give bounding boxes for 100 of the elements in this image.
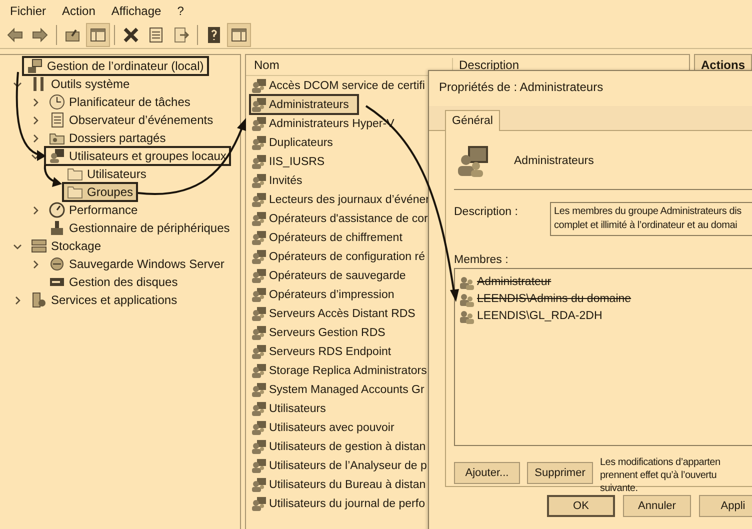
tree-pane-icon[interactable] [87,24,109,46]
folder-icon [67,184,83,200]
computer-icon [27,58,43,74]
group-list-item[interactable]: Duplicateurs [249,132,343,153]
gauge-icon [49,202,65,218]
dialog-button[interactable]: Supprimer [527,462,593,484]
user-group-icon [251,458,267,474]
tree-item[interactable]: Gestionnaire de périphériques [44,218,235,238]
dialog-button[interactable]: Ajouter... [454,462,520,484]
user-group-icon [251,324,267,340]
tree-item[interactable]: Gestion des disques [44,272,183,292]
group-list-item[interactable]: Invités [249,170,312,191]
group-list-item[interactable]: IIS_IUSRS [249,151,335,172]
clock-icon [49,94,65,110]
dialog-title: Propriétés de : Administrateurs [438,79,604,96]
tree-item[interactable]: Stockage [26,236,106,256]
membership-note: Les modifications d’apparten prennent effet qu’à l’ouvertu suivante. [600,456,720,495]
dialog-button[interactable]: OK [547,495,615,517]
log-icon [49,112,65,128]
group-list-item[interactable]: Utilisateurs du journal de perfo [249,493,435,514]
user-group-icon [251,344,267,360]
group-list-item[interactable]: Serveurs Gestion RDS [249,322,396,343]
group-list-item[interactable]: Opérateurs de configuration ré [249,246,435,267]
collapse-chevron-icon[interactable] [30,152,40,160]
user-group-icon [251,362,267,378]
tree-item[interactable]: Utilisateurs et groupes locaux [44,146,232,166]
tree-item[interactable]: Planificateur de tâches [44,92,196,112]
expand-chevron-icon[interactable] [12,296,22,304]
users-icon [49,148,65,164]
user-group-icon [251,172,267,188]
group-list-item[interactable]: Utilisateurs avec pouvoir [249,417,404,438]
expand-chevron-icon[interactable] [30,116,40,124]
group-list-item[interactable]: Opérateurs d’impression [249,284,404,305]
user-group-icon [251,438,267,454]
user-group-icon [251,134,267,150]
column-header[interactable]: Description [453,58,520,72]
group-list-item[interactable]: Opérateurs de chiffrement [249,227,412,248]
collapse-chevron-icon[interactable] [12,80,22,88]
tree-item[interactable]: Utilisateurs [62,164,152,184]
user-group-icon [251,286,267,302]
group-list-item[interactable]: Utilisateurs [249,398,336,419]
group-name: Administrateurs [514,155,594,167]
expand-chevron-icon[interactable] [30,134,40,142]
group-list-item[interactable]: Accès DCOM service de certifi [249,75,435,96]
device-icon [49,220,65,236]
tree-item[interactable]: Sauvegarde Windows Server [44,254,230,274]
member-item[interactable]: LEENDIS\GL_RDA-2DH [477,310,602,322]
user-group-icon [251,96,267,112]
group-list-item[interactable]: Serveurs Accès Distant RDS [249,303,426,324]
user-group-icon [251,306,267,322]
menu-item[interactable]: ? [177,4,184,22]
user-group-icon [251,192,267,208]
user-group-icon [251,496,267,512]
tree-item[interactable]: Performance [44,200,143,220]
user-group-icon [251,248,267,264]
expand-chevron-icon[interactable] [30,206,40,214]
user-group-icon [251,476,267,492]
action-pane-icon[interactable] [228,24,250,46]
expand-chevron-icon[interactable] [30,98,40,106]
user-group-icon [251,420,267,436]
group-list-item[interactable]: Administrateurs [249,94,359,115]
group-list-item[interactable]: Storage Replica Administrators [249,360,437,381]
tree-item[interactable]: Gestion de l’ordinateur (local) [22,56,209,76]
user-group-icon [251,210,267,226]
annotation-arrow [44,164,62,187]
user-group-icon [251,268,267,284]
description-field[interactable]: Les membres du groupe Administrateurs dis complet et illimité à l’ordinateur et au domai [550,202,752,236]
user-group-icon [251,154,267,170]
group-list-item[interactable]: Opérateurs d'assistance de cor [249,208,438,229]
user-group-icon [456,144,490,178]
dialog-button[interactable]: Appli [699,495,752,517]
field-label: Description : [454,205,519,220]
expand-chevron-icon[interactable] [30,260,40,268]
user-group-icon [251,116,267,132]
tree-item[interactable]: Dossiers partagés [44,128,171,148]
user-group-icon [251,400,267,416]
group-list-item[interactable]: Opérateurs de sauvegarde [249,265,416,286]
collapse-chevron-icon[interactable] [12,242,22,250]
storage-icon [31,238,47,254]
tree-item[interactable]: Services et applications [26,290,182,310]
group-list-item[interactable]: System Managed Accounts Gr [249,379,434,400]
dialog-button[interactable]: Annuler [623,495,691,517]
menu-item[interactable]: Action [62,4,96,22]
group-list-item[interactable]: Lecteurs des journaux d’événer [249,189,440,210]
tree-item[interactable]: Observateur d’événements [44,110,218,130]
user-group-icon [251,382,267,398]
group-list-item[interactable]: Serveurs RDS Endpoint [249,341,402,362]
menu-item[interactable]: Fichier [10,4,46,22]
tree-item[interactable]: Groupes [62,182,138,202]
group-list-item[interactable]: Utilisateurs de gestion à distan [249,436,436,457]
tree-item[interactable]: Outils système [26,74,135,94]
user-group-icon [251,230,267,246]
menu-item[interactable]: Affichage [111,4,162,22]
tab[interactable]: Général [445,110,500,131]
member-item[interactable]: LEENDIS\Admins du domaine [477,292,632,304]
group-list-item[interactable]: Utilisateurs de l’Analyseur de p [249,455,437,476]
group-list-item[interactable]: Utilisateurs du Bureau à distan [249,474,436,495]
member-item[interactable]: Administrateur [477,276,552,288]
user-group-icon [251,78,267,94]
field-label: Membres : [454,253,510,266]
